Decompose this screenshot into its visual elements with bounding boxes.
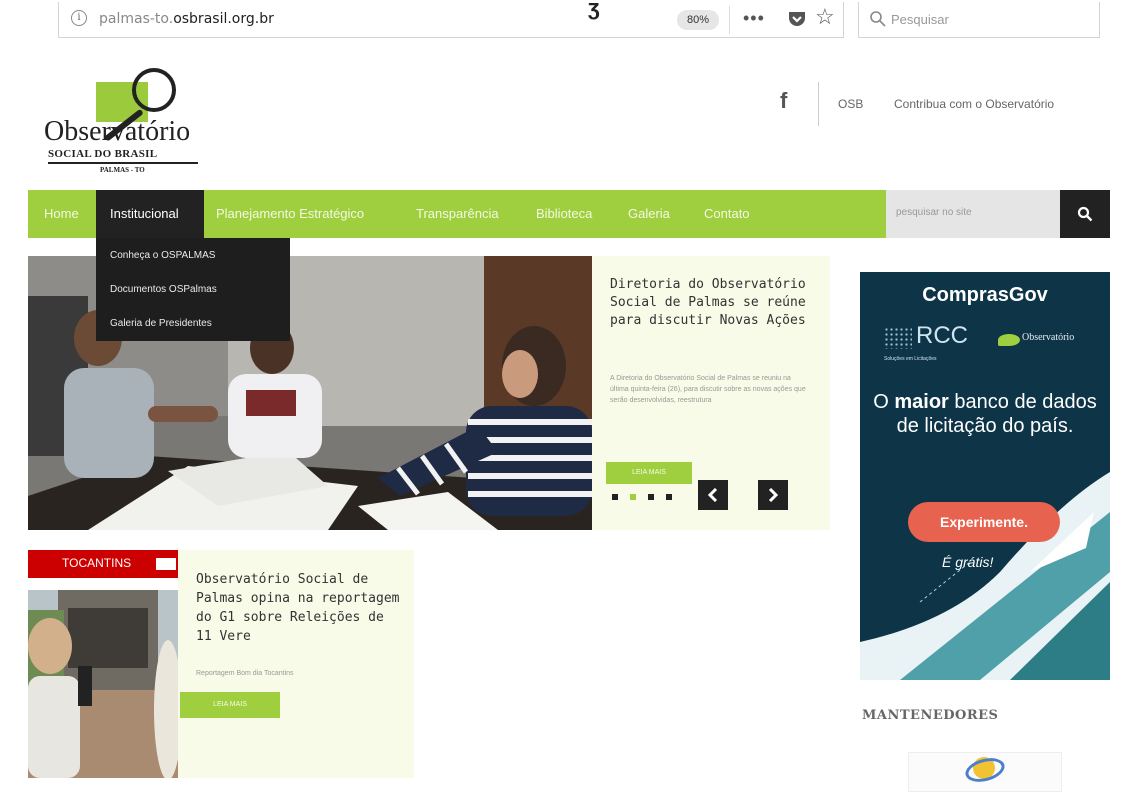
site-search-input[interactable]: pesquisar no site [886,190,1060,238]
mantenedor-logo[interactable] [908,752,1062,792]
logo-subtitle: SOCIAL DO BRASIL [48,148,158,160]
slider-excerpt: A Diretoria do Observatório Social de Pa… [610,375,806,404]
news-tag-label: TOCANTINS [62,556,132,570]
dropdown-item-galeria-presidentes[interactable]: Galeria de Presidentes [110,318,212,329]
bookmark-star-icon[interactable]: ☆ [815,4,835,30]
slider-dot[interactable] [648,494,654,500]
header-divider [818,82,819,126]
dropdown-item-documentos[interactable]: Documentos OSPalmas [110,284,217,295]
overlay-glyph: ʒ [588,0,600,20]
institucional-dropdown: Conheça o OSPALMAS Documentos OSPalmas G… [96,238,290,341]
bird-icon [998,334,1020,346]
ad-title: ComprasGov [922,284,1048,306]
chevron-right-icon [768,488,779,502]
observatorio-logo: Observatório [998,330,1088,350]
chevron-left-icon [707,488,718,502]
slider-next-button[interactable] [758,480,788,510]
toolbar-divider [729,6,730,34]
nav-item-transparencia[interactable]: Transparência [416,190,499,238]
logo-underline [48,162,198,164]
nav-item-galeria[interactable]: Galeria [628,190,670,238]
search-icon [1077,206,1093,222]
browser-search-input[interactable]: Pesquisar [858,2,1100,38]
mantenedores-heading: MANTENEDORES [862,708,999,723]
pocket-icon[interactable] [787,8,807,28]
slider-dot[interactable] [666,494,672,500]
comprasgov-ad-banner[interactable]: ComprasGov RCC Soluções em Licitações Ob… [860,272,1110,680]
rcc-logo: RCC [916,322,968,349]
reporter-photo [28,590,178,778]
slider-read-more-button[interactable]: LEIA MAIS [606,462,692,484]
news-tag-logo [156,558,176,570]
nav-item-biblioteca[interactable]: Biblioteca [536,190,592,238]
ad-headline: O maior banco de dados de licitação do p… [873,391,1097,437]
news-read-more-button[interactable]: LEIA MAIS [180,692,280,718]
slider-caption: Diretoria do Observatório Social de Palm… [592,256,830,530]
facebook-icon[interactable]: f [780,88,787,114]
rcc-logo-sub: Soluções em Licitações [884,356,937,362]
slider-dot-active[interactable] [630,494,636,500]
osb-link[interactable]: OSB [838,97,863,111]
dropdown-item-conheca[interactable]: Conheça o OSPALMAS [110,250,215,261]
nav-item-planejamento[interactable]: Planejamento Estratégico [216,190,364,238]
ad-cta-button[interactable]: Experimente. [908,502,1060,542]
site-search-placeholder: pesquisar no site [896,207,972,218]
nav-item-home[interactable]: Home [28,190,92,238]
site-logo[interactable]: Observatório SOCIAL DO BRASIL PALMAS - T… [44,64,214,184]
contribua-link[interactable]: Contribua com o Observatório [894,97,1054,111]
search-icon [870,11,886,27]
logo-name: Observatório [44,116,191,147]
news-subtitle: Reportagem Bom dia Tocantins [196,670,294,677]
magnifier-icon [132,68,176,112]
main-nav: Home Institucional Planejamento Estratég… [28,190,886,238]
nav-item-institucional[interactable]: Institucional [96,190,204,238]
info-icon[interactable]: i [71,10,87,26]
more-icon[interactable]: ••• [743,8,765,29]
slider-title[interactable]: Diretoria do Observatório Social de Palm… [610,276,814,330]
zoom-level-badge[interactable]: 80% [677,10,719,30]
nav-item-contato[interactable]: Contato [704,190,750,238]
news-photo[interactable] [28,590,178,778]
slider-prev-button[interactable] [698,480,728,510]
news-tag-banner: TOCANTINS [28,550,178,578]
address-bar[interactable]: i palmas-to.osbrasil.org.br 80% ••• ☆ [58,2,844,38]
logo-city: PALMAS - TO [100,166,145,174]
url-text[interactable]: palmas-to.osbrasil.org.br [99,11,274,27]
browser-toolbar: i palmas-to.osbrasil.org.br 80% ••• ☆ ʒ … [0,0,1134,44]
ad-free-label: É grátis! [942,554,994,570]
site-search-button[interactable] [1060,190,1110,238]
rcc-logo-grid [884,327,912,349]
slider-dot[interactable] [612,494,618,500]
observatorio-logo-text: Observatório [1022,332,1075,343]
news-title[interactable]: Observatório Social de Palmas opina na r… [196,570,400,646]
sponsor-logo-ring [962,754,1008,786]
news-caption: Observatório Social de Palmas opina na r… [178,550,414,778]
search-placeholder: Pesquisar [891,12,949,27]
